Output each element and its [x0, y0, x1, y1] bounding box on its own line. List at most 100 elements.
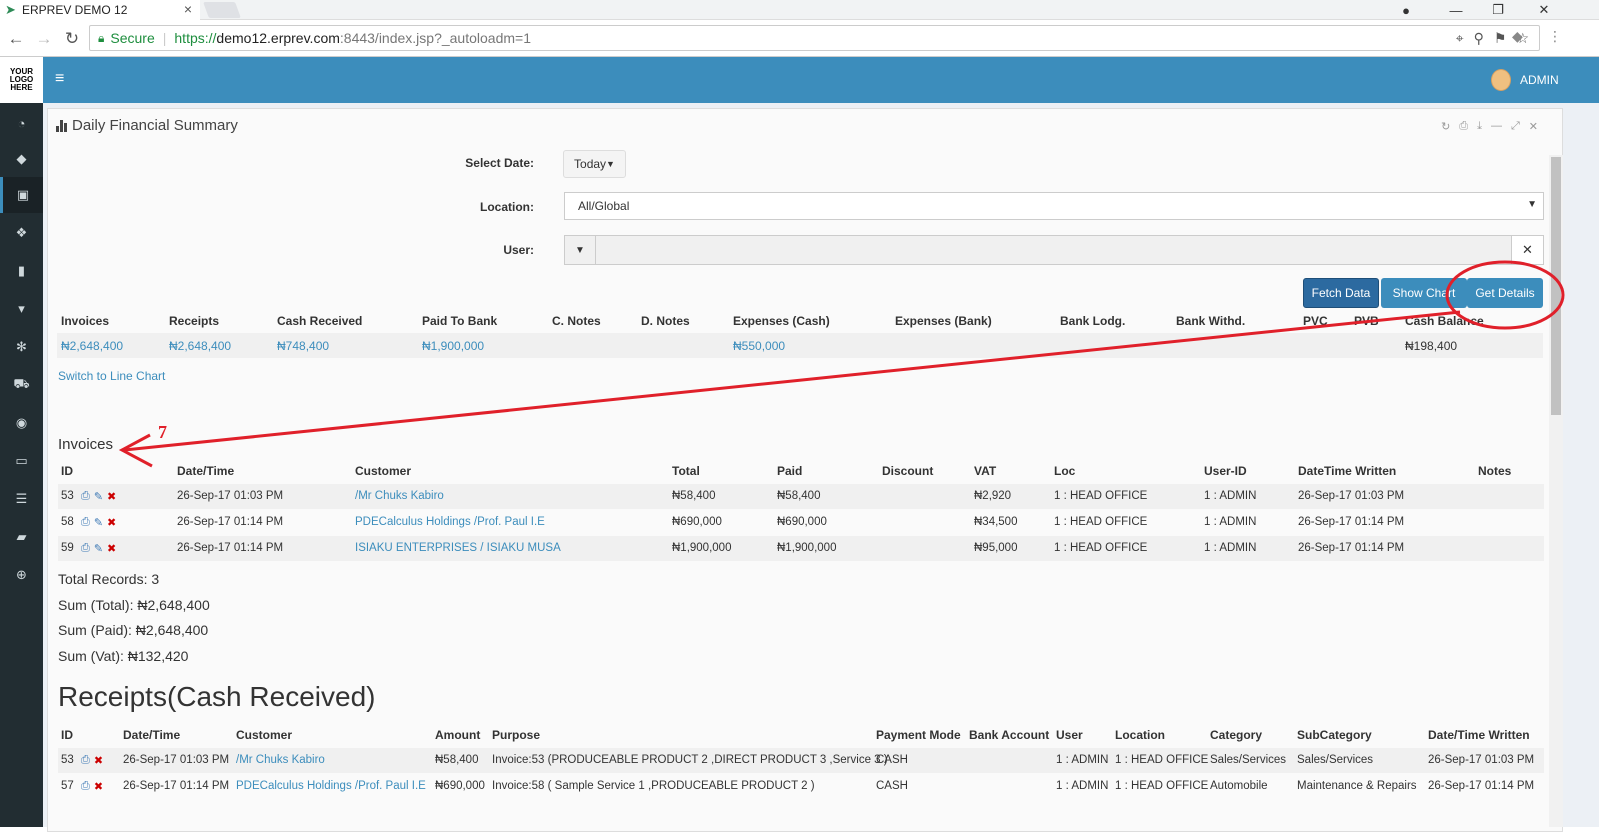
receipt-user: 1 : ADMIN [1056, 780, 1109, 792]
receipt-customer-link[interactable]: PDECalculus Holdings /Prof. Paul I.E [236, 780, 426, 792]
receipt-location: 1 : HEAD OFFICE [1115, 754, 1209, 766]
invoice-loc: 1 : HEAD OFFICE [1054, 490, 1148, 502]
forward-icon[interactable]: → [33, 29, 55, 49]
print-icon[interactable]: ⎙ [81, 490, 90, 503]
receipt-id: 53 [61, 754, 74, 766]
summary-header: Expenses (Cash) [733, 314, 830, 328]
minimize-button[interactable]: — [1436, 0, 1476, 20]
reload-icon[interactable]: ↻ [61, 29, 83, 49]
receipt-customer-link[interactable]: /Mr Chuks Kabiro [236, 754, 325, 766]
money-icon[interactable]: ▣ [0, 177, 43, 213]
page-scrollbar[interactable] [1549, 155, 1563, 827]
summary-values-row: ₦2,648,400 ₦2,648,400 ₦748,400 ₦1,900,00… [57, 333, 1543, 358]
expand-icon[interactable]: ⤢ [1511, 120, 1520, 133]
hamburger-menu-icon[interactable]: ≡ [55, 70, 64, 88]
cup-icon[interactable]: ▾ [0, 291, 43, 327]
receipt-row: 57 ⎙ ✖ 26-Sep-17 01:14 PM PDECalculus Hol… [58, 774, 1544, 799]
row-actions: ⎙ ✎ ✖ [81, 542, 116, 555]
summary-header: Paid To Bank [422, 314, 498, 328]
tab-title: ERPREV DEMO 12 [22, 3, 128, 17]
url-path: :8443/index.jsp?_autoloadm=1 [339, 30, 531, 46]
get-details-button[interactable]: Get Details [1467, 278, 1543, 308]
browser-menu-icon[interactable]: ⋮ [1548, 28, 1562, 45]
cart-icon[interactable]: ⛟ [0, 367, 43, 403]
database-icon[interactable]: ☰ [0, 481, 43, 517]
summary-value-link[interactable]: ₦2,648,400 [169, 339, 231, 353]
caret-down-icon: ▼ [606, 159, 615, 169]
invoice-datetime: 26-Sep-17 01:14 PM [177, 542, 284, 554]
location-select[interactable]: All/Global ▼ [564, 192, 1544, 220]
browser-tab[interactable]: ➤ ERPREV DEMO 12 × [0, 0, 200, 20]
tag-icon[interactable]: ◆ [0, 141, 43, 177]
summary-value-link[interactable]: ₦748,400 [277, 339, 329, 353]
company-logo[interactable]: YOUR LOGO HERE [0, 57, 43, 103]
invoice-user: 1 : ADMIN [1204, 542, 1257, 554]
profile-icon[interactable]: ● [1386, 0, 1426, 20]
delete-icon[interactable]: ✖ [94, 780, 103, 793]
print-icon[interactable]: ⎙ [81, 780, 90, 793]
scrollbar-thumb[interactable] [1551, 157, 1561, 415]
summary-value-link[interactable]: ₦550,000 [733, 339, 785, 353]
restore-button[interactable]: ❐ [1478, 0, 1518, 20]
extension-icon[interactable]: ◆ [1512, 28, 1523, 45]
close-icon[interactable]: ✕ [1529, 120, 1538, 133]
receipt-purpose: Invoice:53 (PRODUCEABLE PRODUCT 2 ,DIREC… [492, 754, 888, 766]
monitor-icon[interactable]: ▭ [0, 443, 43, 479]
lifebuoy-icon[interactable]: ⊕ [0, 557, 43, 593]
back-icon[interactable]: ← [5, 29, 27, 49]
tab-close-icon[interactable]: × [184, 1, 192, 17]
invoice-customer-link[interactable]: ISIAKU ENTERPRISES / ISIAKU MUSA [355, 542, 561, 554]
cubes-icon[interactable]: ❖ [0, 215, 43, 251]
location-icon[interactable]: ⌖ [1456, 30, 1464, 47]
user-clear-icon[interactable]: ✕ [1511, 236, 1543, 264]
snowflake-icon[interactable]: ✻ [0, 329, 43, 365]
delete-icon[interactable]: ✖ [107, 516, 116, 529]
invoices-title: Invoices [58, 436, 114, 453]
pin-icon[interactable]: ⚑ [1494, 30, 1507, 47]
invoice-paid: ₦58,400 [777, 490, 821, 502]
receipt-subcategory: Sales/Services [1297, 754, 1374, 766]
user-caret-icon[interactable]: ▼ [565, 236, 596, 264]
receipt-header: Payment Mode [876, 728, 961, 742]
summary-value-link[interactable]: ₦1,900,000 [422, 339, 484, 353]
summary-value-link[interactable]: ₦2,648,400 [61, 339, 123, 353]
building-icon[interactable]: ▮ [0, 253, 43, 289]
edit-icon[interactable]: ✎ [94, 516, 103, 529]
user-name[interactable]: ADMIN [1520, 73, 1559, 87]
fetch-data-button[interactable]: Fetch Data [1303, 278, 1379, 308]
delete-icon[interactable]: ✖ [107, 542, 116, 555]
invoice-customer-link[interactable]: /Mr Chuks Kabiro [355, 490, 444, 502]
user-avatar[interactable] [1491, 69, 1511, 91]
row-actions: ⎙ ✖ [81, 780, 103, 793]
delete-icon[interactable]: ✖ [107, 490, 116, 503]
edit-icon[interactable]: ✎ [94, 542, 103, 555]
switch-line-chart-link[interactable]: Switch to Line Chart [58, 369, 165, 383]
new-tab-button[interactable] [203, 2, 241, 18]
dashboard-icon[interactable]: ◔ [0, 105, 43, 141]
edit-icon[interactable]: ✎ [94, 490, 103, 503]
print-icon[interactable]: ⎙ [81, 516, 90, 529]
show-chart-button[interactable]: Show Chart [1381, 278, 1467, 308]
book-icon[interactable]: ▰ [0, 519, 43, 555]
date-dropdown[interactable]: Today ▼ [563, 150, 626, 178]
zoom-icon[interactable]: ⚲ [1474, 30, 1484, 47]
receipt-datetime: 26-Sep-17 01:03 PM [123, 754, 230, 766]
circle-icon[interactable]: ◉ [0, 405, 43, 441]
user-select[interactable]: ▼ ✕ [564, 235, 1544, 265]
receipt-header: ID [61, 728, 73, 742]
delete-icon[interactable]: ✖ [94, 754, 103, 767]
receipt-written: 26-Sep-17 01:03 PM [1428, 754, 1535, 766]
download-icon[interactable]: ⤓ [1477, 120, 1482, 133]
summary-header: PVB [1354, 314, 1379, 328]
minimize-icon[interactable]: — [1491, 120, 1502, 133]
invoice-customer-link[interactable]: PDECalculus Holdings /Prof. Paul I.E [355, 516, 545, 528]
sum-paid: Sum (Paid): ₦2,648,400 [58, 622, 209, 638]
print-icon[interactable]: ⎙ [81, 754, 90, 767]
window-close-button[interactable]: ✕ [1524, 0, 1564, 20]
address-bar[interactable]: 🔒︎ Secure | https:// demo12.erprev.com :… [89, 25, 1540, 51]
receipt-category: Automobile [1210, 780, 1268, 792]
print-icon[interactable]: ⎙ [1459, 120, 1468, 133]
receipt-header: Customer [236, 728, 293, 742]
print-icon[interactable]: ⎙ [81, 542, 90, 555]
refresh-icon[interactable]: ↻ [1441, 120, 1450, 133]
